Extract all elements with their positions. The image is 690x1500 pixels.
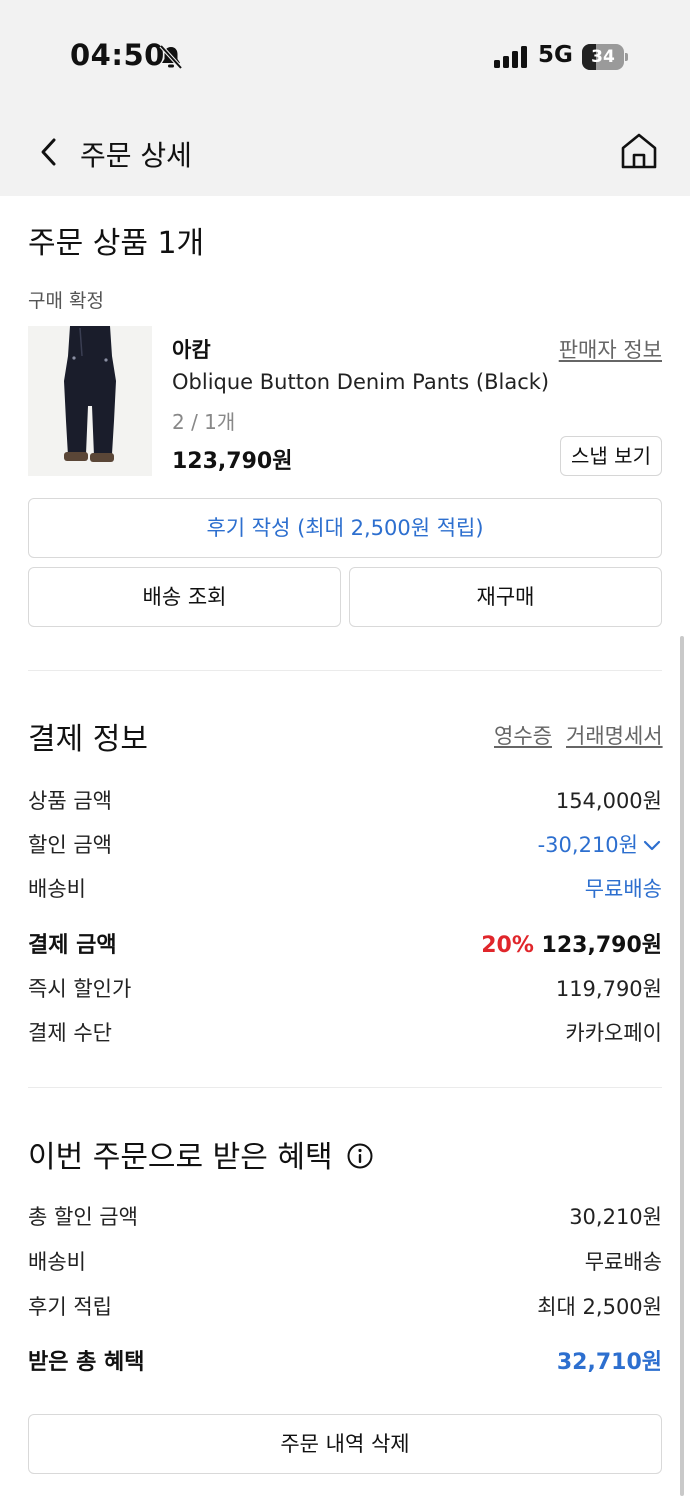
payment-amount: 20% 123,790원 (481, 927, 662, 959)
snap-view-button[interactable]: 스냅 보기 (560, 436, 662, 476)
reorder-button[interactable]: 재구매 (349, 567, 662, 627)
divider (28, 1087, 662, 1088)
payment-method-value: 카카오페이 (565, 1021, 662, 1045)
back-icon[interactable] (34, 132, 68, 172)
product-option: 2 / 1개 (172, 410, 236, 434)
battery-level: 34 (591, 47, 615, 67)
benefit-shipping-label: 배송비 (28, 1250, 86, 1274)
brand-name[interactable]: 아캄 (172, 334, 211, 364)
info-icon[interactable] (346, 1142, 374, 1170)
total-benefit-value: 32,710원 (556, 1350, 662, 1375)
product-amount-label: 상품 금액 (28, 789, 112, 813)
battery-icon: 34 (582, 44, 628, 70)
benefits-title: 이번 주문으로 받은 혜택 (28, 1140, 333, 1175)
seller-info-link[interactable]: 판매자 정보 (559, 334, 662, 364)
receipt-link[interactable]: 영수증 (494, 720, 552, 750)
scrollbar[interactable] (680, 636, 684, 1496)
divider (28, 670, 662, 671)
payment-method-label: 결제 수단 (28, 1021, 112, 1045)
instant-discount-label: 즉시 할인가 (28, 977, 132, 1001)
product-image[interactable] (28, 326, 152, 476)
shipping-fee-value: 무료배송 (584, 877, 662, 901)
product-amount-value: 154,000원 (555, 789, 662, 813)
total-benefit-label: 받은 총 혜택 (28, 1350, 145, 1375)
statement-link[interactable]: 거래명세서 (566, 720, 663, 750)
discount-rate: 20% (481, 933, 534, 958)
review-reward-label: 후기 적립 (28, 1295, 112, 1319)
bell-muted-icon (159, 44, 183, 70)
payment-amount-label: 결제 금액 (28, 933, 117, 958)
shipping-fee-label: 배송비 (28, 877, 86, 901)
denim-pants-image (28, 326, 152, 476)
total-discount-value: 30,210원 (569, 1205, 662, 1229)
network-label: 5G (538, 42, 573, 68)
discount-amount-value: -30,210원 (537, 833, 638, 857)
cellular-signal-icon (494, 46, 527, 68)
payment-amount-value: 123,790원 (541, 933, 662, 958)
total-discount-label: 총 할인 금액 (28, 1205, 138, 1229)
chevron-down-icon (643, 840, 661, 851)
order-detail-content: 주문 상품 1개 구매 확정 아캄 판매자 정보 Oblique Button … (0, 196, 690, 1500)
benefit-shipping-value: 무료배송 (584, 1250, 662, 1274)
product-price: 123,790원 (172, 449, 293, 474)
delete-order-button[interactable]: 주문 내역 삭제 (28, 1414, 662, 1474)
review-reward-value: 최대 2,500원 (537, 1295, 662, 1319)
instant-discount-value: 119,790원 (555, 977, 662, 1001)
status-time: 04:50 (70, 38, 165, 72)
navigation-bar: 주문 상세 (0, 118, 690, 188)
discount-amount-toggle[interactable]: -30,210원 (538, 829, 662, 859)
status-bar: 04:50 5G 34 (0, 0, 690, 110)
order-status: 구매 확정 (28, 290, 104, 312)
write-review-button[interactable]: 후기 작성 (최대 2,500원 적립) (28, 498, 662, 558)
discount-amount-label: 할인 금액 (28, 833, 112, 857)
home-icon[interactable] (618, 130, 660, 172)
order-items-title: 주문 상품 1개 (28, 226, 205, 261)
delivery-tracking-button[interactable]: 배송 조회 (28, 567, 341, 627)
top-area: 04:50 5G 34 주문 상세 (0, 0, 690, 196)
benefits-title-row: 이번 주문으로 받은 혜택 (28, 1132, 374, 1176)
product-name[interactable]: Oblique Button Denim Pants (Black) (172, 370, 549, 394)
page-title: 주문 상세 (80, 139, 192, 172)
payment-title: 결제 정보 (28, 722, 148, 757)
